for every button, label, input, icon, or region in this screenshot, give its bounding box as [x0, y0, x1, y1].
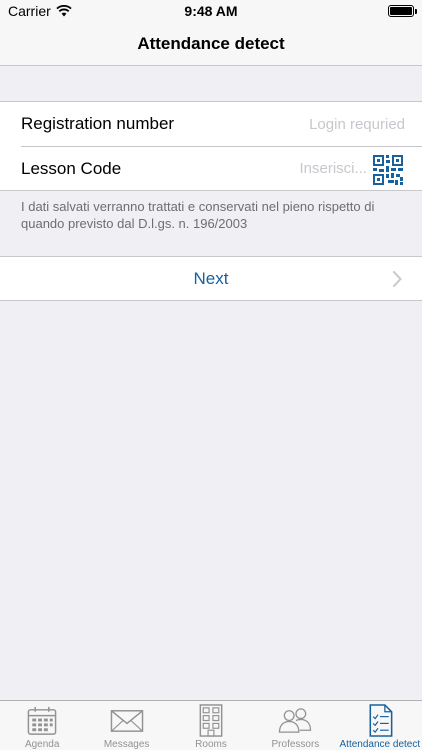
tab-agenda[interactable]: Agenda [0, 701, 84, 750]
tab-messages-label: Messages [103, 739, 150, 750]
registration-number-label: Registration number [21, 114, 175, 133]
next-label: Next [193, 268, 229, 288]
tab-messages[interactable]: Messages [84, 701, 168, 750]
privacy-notice: I dati salvati verranno trattati e conse… [21, 199, 375, 231]
tab-rooms-label: Rooms [195, 739, 227, 750]
tab-professors-label: Professors [271, 739, 320, 750]
status-bar: Carrier 9:48 AM [0, 0, 422, 22]
calendar-icon [27, 706, 57, 735]
tab-attendance-detect-label: Attendance detect [339, 739, 421, 750]
navigation-bar: Attendance detect [0, 22, 422, 66]
registration-number-row[interactable]: Registration number Login requried [0, 102, 422, 146]
attendance-form: Registration number Login requried Lesso… [0, 101, 422, 191]
next-section: Next [0, 256, 422, 301]
page-title: Attendance detect [137, 33, 285, 53]
qr-code-icon[interactable] [373, 155, 403, 185]
tab-agenda-label: Agenda [24, 739, 60, 750]
people-icon [279, 708, 312, 733]
lesson-code-row[interactable]: Lesson Code Inserisci... [21, 146, 422, 190]
chevron-right-icon [393, 271, 402, 287]
tab-attendance-detect[interactable]: Attendance detect [338, 701, 422, 750]
registration-number-input[interactable]: Login requried [309, 116, 405, 133]
checklist-icon [369, 704, 393, 737]
clock: 9:48 AM [184, 3, 238, 19]
tab-rooms[interactable]: Rooms [169, 701, 253, 750]
lesson-code-input[interactable]: Inserisci... [299, 160, 367, 177]
lesson-code-label: Lesson Code [21, 158, 122, 178]
next-button[interactable]: Next [0, 257, 422, 300]
envelope-icon [110, 710, 143, 732]
battery-icon [388, 5, 417, 17]
tab-professors[interactable]: Professors [253, 701, 337, 750]
tab-bar: Agenda Messages Rooms Professors Attenda… [0, 700, 422, 750]
building-icon [199, 704, 223, 737]
